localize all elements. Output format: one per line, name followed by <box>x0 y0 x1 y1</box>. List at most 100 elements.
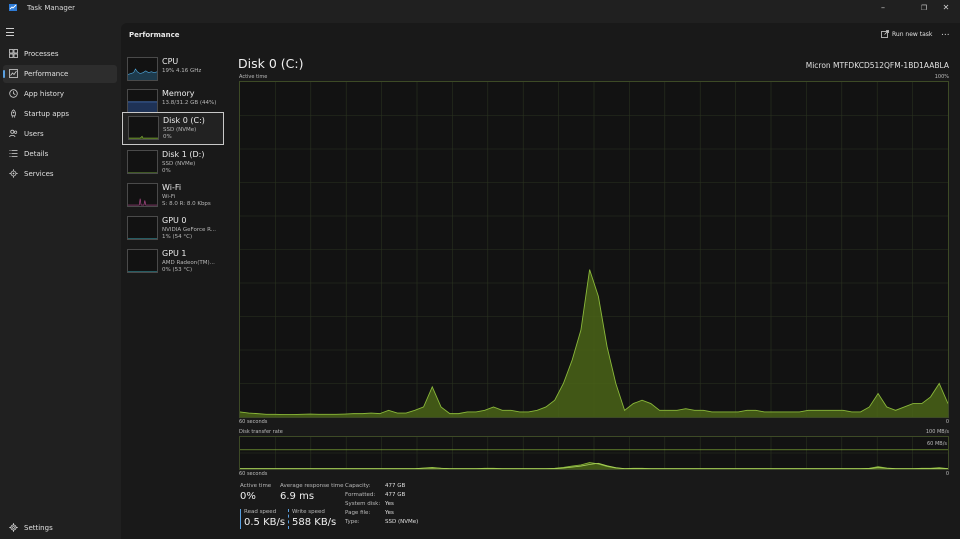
active-time-min-label: 0 <box>945 419 949 425</box>
transfer-rate-min-label: 0 <box>945 471 949 477</box>
sidebar-item-app-history[interactable]: App history <box>3 85 117 103</box>
device-usage: S: 8.0 R: 8.0 Kbps <box>162 201 211 207</box>
property-value: SSD (NVMe) <box>385 519 419 525</box>
users-icon <box>9 129 18 138</box>
active-time-graph <box>239 81 949 418</box>
active-time-stat-value: 0% <box>240 491 256 502</box>
property-value: 477 GB <box>385 483 406 489</box>
title-bar: Task Manager – ❐ ✕ <box>0 0 960 16</box>
property-value: Yes <box>385 510 394 516</box>
device-disk-0[interactable]: Disk 0 (C:) SSD (NVMe) 0% <box>122 112 224 145</box>
sidebar-item-users[interactable]: Users <box>3 125 117 143</box>
device-detail: 19% 4.16 GHz <box>162 68 202 74</box>
sidebar-item-label: Performance <box>24 70 69 78</box>
sidebar-item-label: App history <box>24 90 64 98</box>
sidebar-item-processes[interactable]: Processes <box>3 45 117 63</box>
read-speed-indicator <box>240 509 241 529</box>
close-icon: ✕ <box>942 3 950 12</box>
hamburger-menu-button[interactable] <box>6 28 20 38</box>
settings-label: Settings <box>24 524 53 532</box>
device-detail: 13.8/31.2 GB (44%) <box>162 100 217 106</box>
write-speed-stat-value: 588 KB/s <box>292 517 337 528</box>
sidebar-item-performance[interactable]: Performance <box>3 65 117 83</box>
property-key: Page file: <box>345 510 371 516</box>
restore-button[interactable]: ❐ <box>913 2 935 14</box>
active-indicator <box>3 70 5 78</box>
property-key: Formatted: <box>345 492 376 498</box>
property-key: Capacity: <box>345 483 371 489</box>
property-key: System disk: <box>345 501 381 507</box>
transfer-rate-max-label: 100 MB/s <box>925 429 949 435</box>
device-detail: AMD Radeon(TM)... <box>162 260 215 266</box>
write-speed-indicator <box>288 509 289 529</box>
active-time-x-label: 60 seconds <box>239 419 268 425</box>
transfer-rate-graph <box>239 436 949 470</box>
active-time-max-label: 100% <box>934 74 949 80</box>
sidebar-item-details[interactable]: Details <box>3 145 117 163</box>
device-name: GPU 0 <box>162 216 187 225</box>
device-cpu[interactable]: CPU 19% 4.16 GHz <box>122 54 224 87</box>
sidebar-item-services[interactable]: Services <box>3 165 117 183</box>
services-icon <box>9 169 18 178</box>
active-time-graph-label: Active time <box>239 74 268 80</box>
property-value: Yes <box>385 501 394 507</box>
transfer-rate-mid-label: 60 MB/s <box>927 441 947 447</box>
details-icon <box>9 150 18 157</box>
device-name: Disk 1 (D:) <box>162 150 205 159</box>
device-usage: 1% (54 °C) <box>162 234 193 240</box>
sidebar: Processes Performance App history Startu… <box>0 16 121 539</box>
transfer-rate-graph-label: Disk transfer rate <box>239 429 283 435</box>
more-options-button[interactable]: ... <box>941 28 950 38</box>
device-gpu-1[interactable]: GPU 1 AMD Radeon(TM)... 0% (53 °C) <box>122 246 224 279</box>
close-button[interactable]: ✕ <box>935 2 957 14</box>
device-detail: Wi-Fi <box>162 194 176 200</box>
minimize-icon: – <box>881 3 885 12</box>
processes-icon <box>9 49 18 58</box>
task-manager-logo-icon <box>9 4 17 11</box>
device-detail: SSD (NVMe) <box>162 161 196 167</box>
device-gpu-0[interactable]: GPU 0 NVIDIA GeForce R... 1% (54 °C) <box>122 213 224 246</box>
gpu-0-thumbnail <box>127 216 158 240</box>
disk-0-thumbnail <box>128 116 159 140</box>
minimize-button[interactable]: – <box>872 2 894 14</box>
read-speed-stat-label: Read speed <box>244 509 277 515</box>
device-usage: 0% <box>162 168 171 174</box>
property-key: Type: <box>345 519 360 525</box>
sidebar-item-label: Users <box>24 130 44 138</box>
startup-apps-icon <box>11 109 16 118</box>
sidebar-item-label: Details <box>24 150 49 158</box>
page-title: Performance <box>129 31 180 39</box>
device-name: Wi-Fi <box>162 183 182 192</box>
app-history-icon <box>9 89 18 98</box>
window-title: Task Manager <box>27 4 76 12</box>
device-usage: 0% <box>163 134 172 140</box>
device-name: CPU <box>162 57 179 66</box>
wifi-thumbnail <box>127 183 158 207</box>
device-name: Disk 0 (C:) <box>163 116 205 125</box>
disk-title: Disk 0 (C:) <box>238 56 304 71</box>
sidebar-item-label: Processes <box>24 50 59 58</box>
avg-response-stat-value: 6.9 ms <box>280 491 315 502</box>
restore-icon: ❐ <box>920 4 928 12</box>
transfer-rate-x-label: 60 seconds <box>239 471 268 477</box>
cpu-thumbnail <box>127 57 158 81</box>
disk-1-thumbnail <box>127 150 158 174</box>
device-wifi[interactable]: Wi-Fi Wi-Fi S: 8.0 R: 8.0 Kbps <box>122 180 224 213</box>
gear-icon <box>9 523 18 532</box>
sidebar-item-startup-apps[interactable]: Startup apps <box>3 105 117 123</box>
sidebar-item-label: Services <box>24 170 54 178</box>
device-detail: SSD (NVMe) <box>163 127 197 133</box>
run-new-task-label: Run new task <box>892 31 933 38</box>
hamburger-icon <box>6 28 20 36</box>
device-detail: NVIDIA GeForce R... <box>162 227 217 233</box>
device-disk-1[interactable]: Disk 1 (D:) SSD (NVMe) 0% <box>122 147 224 180</box>
more-icon: ... <box>941 28 950 38</box>
property-value: 477 GB <box>385 492 406 498</box>
run-task-icon <box>881 30 889 38</box>
sidebar-item-settings[interactable]: Settings <box>3 519 117 537</box>
disk-model: Micron MTFDKCD512QFM-1BD1AABLA <box>805 61 949 70</box>
sidebar-item-label: Startup apps <box>24 110 70 118</box>
performance-icon <box>9 69 18 78</box>
main-panel: Performance Run new task ... CPU 19% 4.1… <box>121 23 960 539</box>
memory-thumbnail <box>127 89 158 113</box>
